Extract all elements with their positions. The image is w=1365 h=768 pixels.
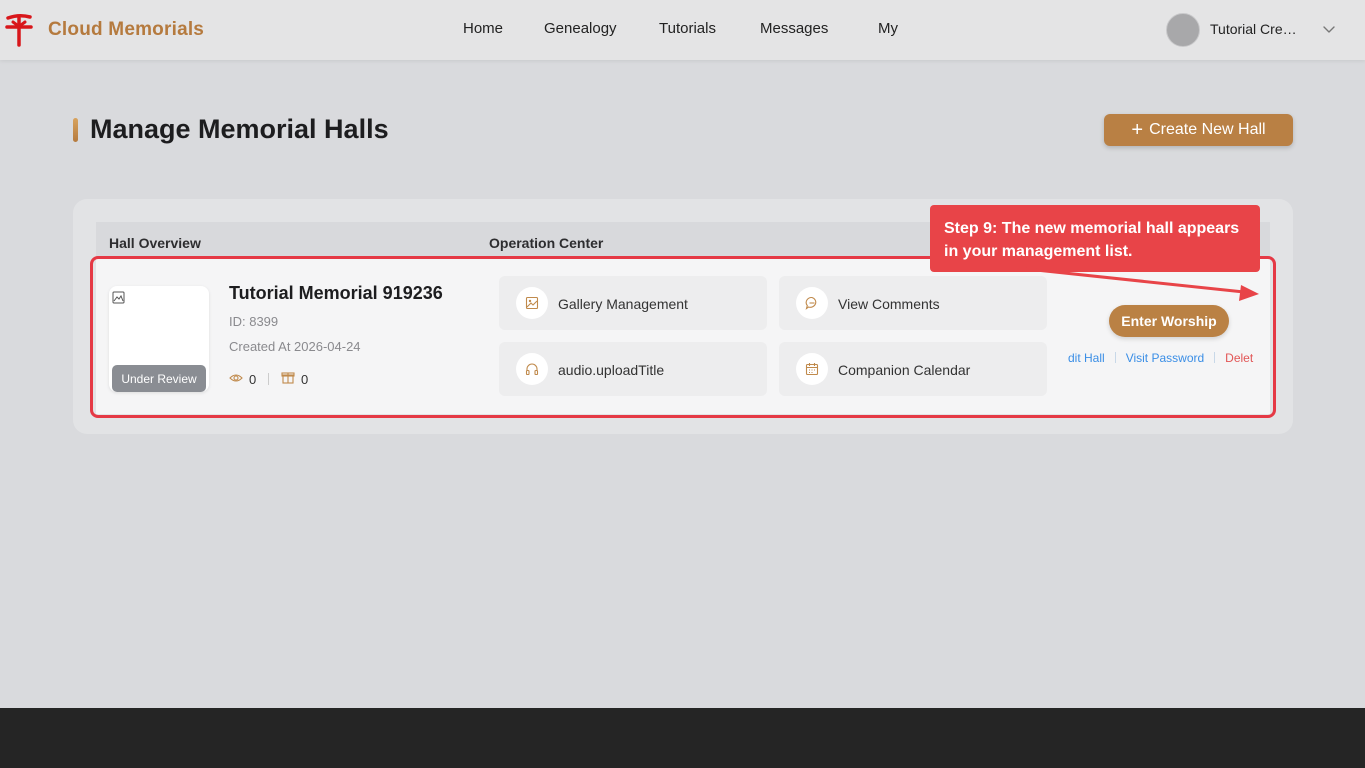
highlight-box (90, 256, 1276, 418)
nav-home[interactable]: Home (463, 20, 503, 37)
nav-messages[interactable]: Messages (760, 20, 828, 37)
column-operation-center: Operation Center (489, 235, 604, 251)
footer (0, 708, 1365, 768)
plus-icon: + (1131, 119, 1144, 141)
user-name[interactable]: Tutorial Creat... (1210, 21, 1304, 37)
create-new-hall-label: Create New Hall (1149, 121, 1266, 138)
chevron-down-icon[interactable] (1322, 22, 1336, 36)
column-hall-overview: Hall Overview (109, 235, 201, 251)
main-nav: Home Genealogy Tutorials Messages My (0, 20, 1365, 40)
nav-genealogy[interactable]: Genealogy (544, 20, 617, 37)
create-new-hall-button[interactable]: + Create New Hall (1104, 114, 1293, 146)
tutorial-callout: Step 9: The new memorial hall appears in… (930, 205, 1260, 272)
nav-tutorials[interactable]: Tutorials (659, 20, 716, 37)
nav-my[interactable]: My (878, 20, 898, 37)
page-title: Manage Memorial Halls (90, 114, 389, 144)
top-header: Cloud Memorials Home Genealogy Tutorials… (0, 0, 1365, 60)
title-accent-bar (73, 118, 78, 142)
avatar[interactable] (1166, 13, 1200, 47)
